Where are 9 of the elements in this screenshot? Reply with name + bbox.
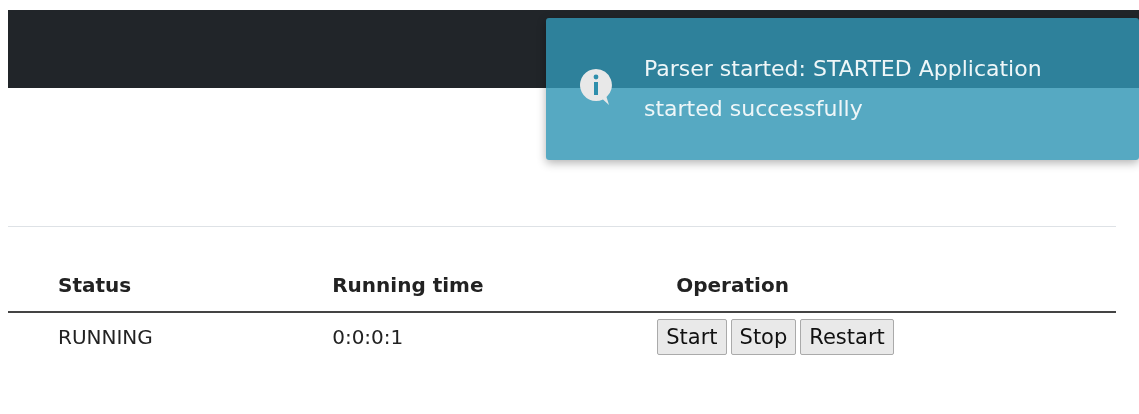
status-cell: RUNNING	[8, 312, 283, 355]
column-header: Status	[8, 263, 283, 312]
operation-button[interactable]: Start	[657, 319, 727, 355]
operation-button[interactable]: Restart	[800, 319, 894, 355]
running-time-cell: 0:0:0:1	[282, 312, 627, 355]
column-header: Operation	[626, 263, 1116, 312]
operation-button[interactable]: Stop	[730, 319, 797, 355]
notification-message: Parser started: STARTED Application started successfully	[644, 55, 1043, 123]
column-header: Running time	[282, 263, 627, 312]
